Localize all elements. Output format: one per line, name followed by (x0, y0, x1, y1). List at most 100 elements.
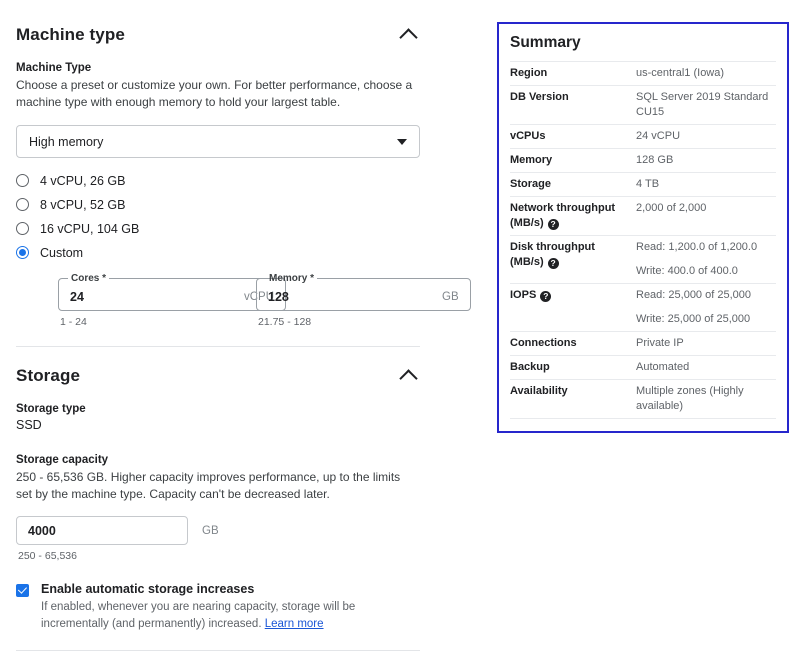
summary-key: Network throughput (MB/s) (510, 202, 616, 229)
memory-input[interactable] (268, 290, 442, 304)
summary-key: Storage (510, 178, 551, 190)
table-row: Memory 128 GB (510, 148, 776, 173)
help-icon[interactable]: ? (540, 291, 552, 302)
cores-field-wrapper: Cores * vCPU 1 - 24 (58, 273, 287, 328)
summary-value-multiline: Read: 25,000 of 25,000 Write: 25,000 of 2… (636, 284, 776, 332)
learn-more-link[interactable]: Learn more (265, 618, 324, 630)
table-row: DB Version SQL Server 2019 Standard CU15 (510, 85, 776, 125)
memory-fieldset: Memory * GB (256, 273, 471, 311)
table-row: Region us-central1 (Iowa) (510, 61, 776, 86)
storage-type-value: SSD (16, 418, 42, 432)
cores-field-legend: Cores * (71, 273, 107, 284)
table-row: Connections Private IP (510, 331, 776, 356)
summary-value-read: Read: 1,200.0 of 1,200.0 (636, 241, 758, 253)
table-row: Network throughput (MB/s)? 2,000 of 2,00… (510, 196, 776, 236)
memory-field-legend: Memory * (269, 273, 315, 284)
radio-option-label: 16 vCPU, 104 GB (40, 221, 140, 236)
storage-capacity-unit-suffix: GB (202, 524, 219, 537)
machine-type-section: Machine type Machine Type Choose a prese… (16, 22, 471, 347)
table-row: Storage 4 TB (510, 172, 776, 197)
storage-header: Storage (16, 363, 420, 389)
summary-value: SQL Server 2019 Standard CU15 (636, 91, 769, 118)
radio-option-label: 8 vCPU, 52 GB (40, 197, 126, 212)
summary-value-multiline: Read: 1,200.0 of 1,200.0 Write: 400.0 of … (636, 236, 776, 284)
radio-indicator-selected (16, 246, 29, 259)
summary-value: Multiple zones (Highly available) (636, 385, 744, 412)
machine-preset-radio-group: 4 vCPU, 26 GB 8 vCPU, 52 GB 16 vCPU, 104… (16, 170, 420, 263)
summary-value: Automated (636, 361, 690, 373)
summary-key: Availability (510, 385, 568, 397)
cores-input[interactable] (70, 290, 244, 304)
help-icon[interactable]: ? (547, 219, 559, 230)
auto-storage-increase-title: Enable automatic storage increases (41, 582, 255, 596)
auto-storage-increase-row[interactable]: Enable automatic storage increases If en… (16, 582, 420, 633)
storage-section: Storage Storage type SSD Storage capacit… (16, 363, 420, 651)
radio-indicator (16, 198, 29, 211)
summary-value: us-central1 (Iowa) (636, 67, 725, 79)
summary-value: 128 GB (636, 154, 674, 166)
radio-indicator (16, 174, 29, 187)
summary-key-with-help: IOPS? (510, 284, 636, 332)
machine-type-collapse-button[interactable] (396, 23, 420, 47)
auto-storage-increase-description: If enabled, whenever you are nearing cap… (41, 599, 401, 633)
storage-collapse-button[interactable] (396, 364, 420, 388)
summary-key: vCPUs (510, 130, 546, 142)
summary-value: Private IP (636, 337, 684, 349)
custom-machine-fields: Cores * vCPU 1 - 24 Memory * GB 21.75 (58, 273, 471, 328)
storage-capacity-description: 250 - 65,536 GB. Higher capacity improve… (16, 470, 401, 501)
table-row: vCPUs 24 vCPU (510, 124, 776, 149)
summary-key-with-help: Network throughput (MB/s)? (510, 197, 636, 236)
checkbox-checked-icon[interactable] (16, 584, 29, 597)
radio-option-label: 4 vCPU, 26 GB (40, 173, 126, 188)
summary-key: Connections (510, 337, 577, 349)
machine-type-header: Machine type (16, 22, 420, 48)
storage-capacity-input-wrapper: GB (16, 516, 219, 545)
machine-type-divider (16, 346, 420, 347)
table-row: Backup Automated (510, 355, 776, 380)
machine-preset-selected-value: High memory (29, 134, 104, 149)
summary-table: Region us-central1 (Iowa) DB Version SQL… (510, 61, 776, 419)
table-row: Disk throughput (MB/s)? Read: 1,200.0 of… (510, 235, 776, 284)
summary-key: Region (510, 67, 548, 79)
storage-capacity-range-hint: 250 - 65,536 (18, 550, 77, 562)
summary-value: 24 vCPU (636, 130, 681, 142)
summary-key: IOPS (510, 289, 537, 301)
storage-type-label: Storage type (16, 403, 86, 415)
radio-option-label: Custom (40, 245, 84, 260)
cores-fieldset: Cores * vCPU (58, 273, 287, 311)
configuration-panel: Machine type Machine Type Choose a prese… (16, 22, 471, 651)
summary-value: 4 TB (636, 178, 660, 190)
chevron-up-icon (398, 27, 418, 47)
chevron-up-icon (398, 368, 418, 388)
summary-key-with-help: Disk throughput (MB/s)? (510, 236, 636, 284)
table-row: Availability Multiple zones (Highly avai… (510, 379, 776, 419)
memory-range-hint: 21.75 - 128 (258, 316, 312, 328)
table-row: IOPS? Read: 25,000 of 25,000 Write: 25,00… (510, 283, 776, 332)
machine-type-field-description: Choose a preset or customize your own. F… (16, 78, 413, 109)
radio-indicator (16, 222, 29, 235)
summary-key: Backup (510, 361, 550, 373)
summary-title: Summary (510, 34, 581, 51)
radio-option-8vcpu[interactable]: 8 vCPU, 52 GB (16, 194, 420, 215)
summary-panel: Summary Region us-central1 (Iowa) DB Ver… (497, 22, 789, 433)
memory-unit-suffix: GB (442, 291, 459, 303)
machine-type-title: Machine type (16, 25, 125, 44)
radio-option-16vcpu[interactable]: 16 vCPU, 104 GB (16, 218, 420, 239)
help-icon[interactable]: ? (547, 258, 559, 269)
cores-range-hint: 1 - 24 (60, 316, 87, 328)
memory-field-wrapper: Memory * GB 21.75 - 128 (256, 273, 471, 328)
machine-type-field-label: Machine Type (16, 62, 92, 74)
radio-option-custom[interactable]: Custom (16, 242, 420, 263)
summary-value-read: Read: 25,000 of 25,000 (636, 289, 751, 301)
storage-capacity-label: Storage capacity (16, 454, 109, 466)
summary-value-write: Write: 25,000 of 25,000 (636, 313, 751, 325)
chevron-down-icon (397, 138, 407, 145)
storage-title: Storage (16, 366, 80, 385)
radio-option-4vcpu[interactable]: 4 vCPU, 26 GB (16, 170, 420, 191)
machine-preset-select[interactable]: High memory (16, 125, 420, 158)
summary-value-write: Write: 400.0 of 400.0 (636, 265, 738, 277)
summary-key: Memory (510, 154, 553, 166)
summary-value: 2,000 of 2,000 (636, 202, 707, 214)
storage-capacity-input[interactable] (28, 523, 202, 538)
summary-key: DB Version (510, 91, 569, 103)
